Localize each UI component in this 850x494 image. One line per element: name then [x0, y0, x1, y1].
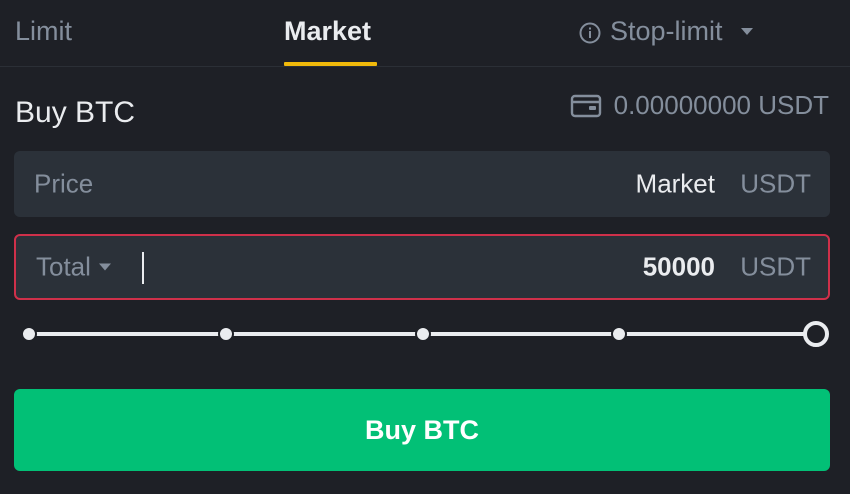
- total-input[interactable]: 50000: [643, 252, 715, 283]
- slider-thumb[interactable]: [803, 321, 829, 347]
- available-balance: 0.00000000 USDT: [570, 90, 829, 121]
- order-type-tabs: Limit Market Stop-limit: [0, 0, 850, 67]
- price-field: Price Market USDT: [14, 151, 830, 217]
- total-type-selector[interactable]: Total: [36, 252, 111, 283]
- wallet-icon: [570, 93, 602, 119]
- buy-button[interactable]: Buy BTC: [14, 389, 830, 471]
- caret-down-icon: [98, 263, 111, 271]
- tab-stop-limit[interactable]: Stop-limit: [578, 14, 753, 48]
- order-title: Buy BTC: [15, 96, 136, 129]
- tab-stop-limit-label: Stop-limit: [610, 16, 723, 46]
- slider-stop-50[interactable]: [414, 326, 431, 342]
- slider-stop-75[interactable]: [611, 326, 628, 342]
- price-label: Price: [34, 168, 94, 199]
- info-icon[interactable]: [578, 19, 602, 44]
- caret-down-icon: [740, 27, 753, 35]
- total-label: Total: [36, 251, 91, 282]
- spot-order-panel: Limit Market Stop-limit Buy BTC 0.000000…: [0, 0, 850, 494]
- balance-value: 0.00000000 USDT: [613, 90, 829, 120]
- price-unit: USDT: [740, 168, 811, 199]
- slider-stop-0[interactable]: [21, 326, 37, 342]
- text-cursor: [142, 252, 144, 284]
- total-field[interactable]: Total 50000 USDT: [14, 234, 830, 300]
- tab-limit[interactable]: Limit: [15, 14, 72, 48]
- tab-market[interactable]: Market: [284, 14, 371, 48]
- price-value: Market: [635, 168, 715, 199]
- slider-stop-25[interactable]: [217, 326, 234, 342]
- active-tab-indicator: [284, 62, 377, 66]
- amount-slider[interactable]: [20, 319, 832, 349]
- total-unit: USDT: [740, 251, 811, 282]
